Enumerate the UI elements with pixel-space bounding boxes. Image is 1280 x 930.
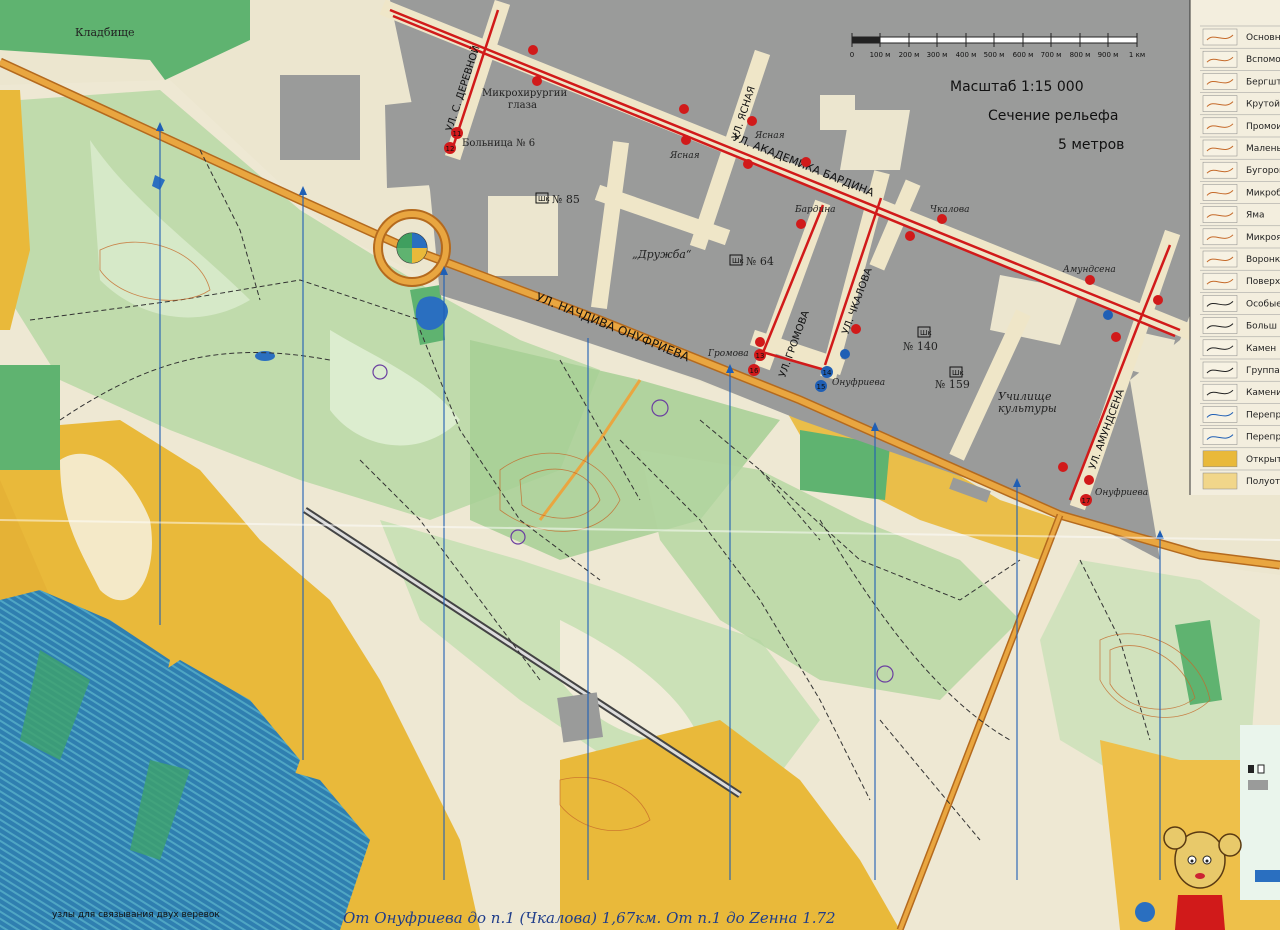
legend-label: Камени — [1246, 388, 1280, 398]
legend-label: Воронк — [1246, 255, 1280, 265]
stop-number-12: 12 — [446, 145, 455, 153]
legend-label: Особые — [1246, 299, 1280, 309]
legend-swatch — [1202, 317, 1238, 334]
stop-amundsena: Амундсена — [1062, 265, 1116, 275]
legend-label: Бугорок — [1246, 166, 1280, 176]
legend-swatch — [1202, 117, 1238, 135]
legend-swatch — [1202, 339, 1238, 357]
legend-swatch — [1202, 361, 1238, 379]
relief-label-1: Сечение рельефа — [988, 108, 1118, 124]
relief-label-2: 5 метров — [1058, 137, 1124, 153]
legend-swatch — [1202, 472, 1238, 490]
legend-swatch — [1202, 28, 1238, 46]
legend-label: Основна — [1246, 33, 1280, 43]
school-prefix-64: Шк — [732, 257, 744, 265]
scale-tick-8: 800 м — [1070, 51, 1091, 59]
hospital-label: Больница № 6 — [462, 138, 535, 149]
stop-number-11: 11 — [453, 130, 462, 138]
legend-swatch — [1202, 73, 1238, 90]
school-prefix-85: Шк — [538, 195, 550, 203]
school-prefix-159: Шк — [952, 369, 964, 377]
legend-label: Крутой — [1246, 100, 1280, 110]
legend-swatch — [1202, 95, 1238, 112]
scale-tick-3: 300 м — [927, 51, 948, 59]
stop-number-15: 15 — [817, 383, 826, 391]
legend-label: Группа — [1246, 366, 1280, 376]
stop-onufrieva-2: Онуфриева — [1095, 488, 1148, 498]
legend-label: Полуот — [1246, 477, 1280, 487]
legend-swatch — [1202, 295, 1238, 312]
legend-label: Малень сухое р — [1246, 144, 1280, 154]
druzhba-label: „Дружба“ — [632, 248, 692, 261]
school-prefix-140: Шк — [920, 329, 932, 337]
orienteering-map: Кладбище УЛ. С. ДЕРЕВНОЙ УЛ. ЯСНАЯ УЛ. А… — [0, 0, 1280, 930]
legend-swatch — [1202, 161, 1238, 179]
legend-label: Поверх неровн — [1246, 277, 1280, 287]
stop-gromova: Громова — [707, 349, 749, 359]
scale-tick-5: 500 м — [984, 51, 1005, 59]
legend-swatch — [1202, 428, 1238, 445]
stop-chkalova: Чкалова — [930, 205, 969, 215]
legend-label: Микроя — [1246, 233, 1280, 243]
microsurgery-label-2: глаза — [508, 100, 537, 111]
legend-swatch — [1202, 206, 1238, 223]
legend-label: Больш — [1246, 322, 1277, 332]
culture-label-2: культуры — [998, 402, 1057, 415]
legend-label: Микроб — [1246, 188, 1280, 198]
scale-tick-9: 900 м — [1098, 51, 1119, 59]
map-scale-title: Масштаб 1:15 000 — [950, 79, 1084, 95]
legend-swatch — [1202, 250, 1238, 268]
legend-panel: Основна Вспомо горизон Бергштр Крутой Промои… — [1189, 0, 1280, 495]
stop-number-17: 17 — [1082, 497, 1091, 505]
scale-tick-7: 700 м — [1041, 51, 1062, 59]
handwriting-line1: узлы для связывания двух веревок — [52, 910, 220, 920]
legend-label: Яма — [1246, 211, 1265, 221]
scale-tick-1: 100 м — [870, 51, 891, 59]
legend-swatch — [1202, 272, 1238, 290]
microsurgery-label-1: Микрохирургии — [482, 88, 567, 99]
legend-label: Промои — [1246, 122, 1280, 132]
legend-label: Бергштр — [1246, 77, 1280, 87]
legend-swatch — [1202, 406, 1238, 423]
stop-onufrieva-1: Онуфриева — [832, 378, 885, 388]
scale-tick-2: 200 м — [899, 51, 920, 59]
cemetery-label: Кладбище — [75, 26, 135, 39]
legend-swatch — [1202, 50, 1238, 68]
stop-number-16: 16 — [750, 367, 759, 375]
school-159-label: № 159 — [935, 378, 970, 391]
legend-swatch — [1202, 228, 1238, 246]
legend-label: Перепр — [1246, 410, 1280, 420]
legend-label: Вспомо горизон — [1246, 55, 1280, 65]
scale-tick-10: 1 км — [1129, 51, 1145, 59]
legend-label: Перепр — [1246, 433, 1280, 443]
handwriting-line2: От Онуфриева до п.1 (Чкалова) 1,67км. От… — [343, 909, 836, 927]
scale-tick-6: 600 м — [1013, 51, 1034, 59]
stop-bardina: Бардина — [794, 205, 836, 215]
scale-tick-0: 0 — [850, 51, 854, 59]
school-64-label: № 64 — [746, 255, 774, 268]
stop-yasnaya-2: Ясная — [754, 131, 785, 141]
legend-swatch — [1202, 383, 1238, 401]
stop-yasnaya-1: Ясная — [669, 151, 700, 161]
stop-number-13: 13 — [756, 352, 765, 360]
school-85-label: № 85 — [552, 193, 580, 206]
school-140-label: № 140 — [903, 340, 938, 353]
legend-swatch — [1202, 139, 1238, 157]
legend-swatch — [1202, 450, 1238, 468]
stop-number-14: 14 — [823, 369, 832, 377]
scale-tick-4: 400 м — [956, 51, 977, 59]
legend-label: Камен — [1246, 344, 1276, 354]
legend-swatch — [1202, 184, 1238, 201]
legend-label: Открыт — [1246, 455, 1280, 465]
